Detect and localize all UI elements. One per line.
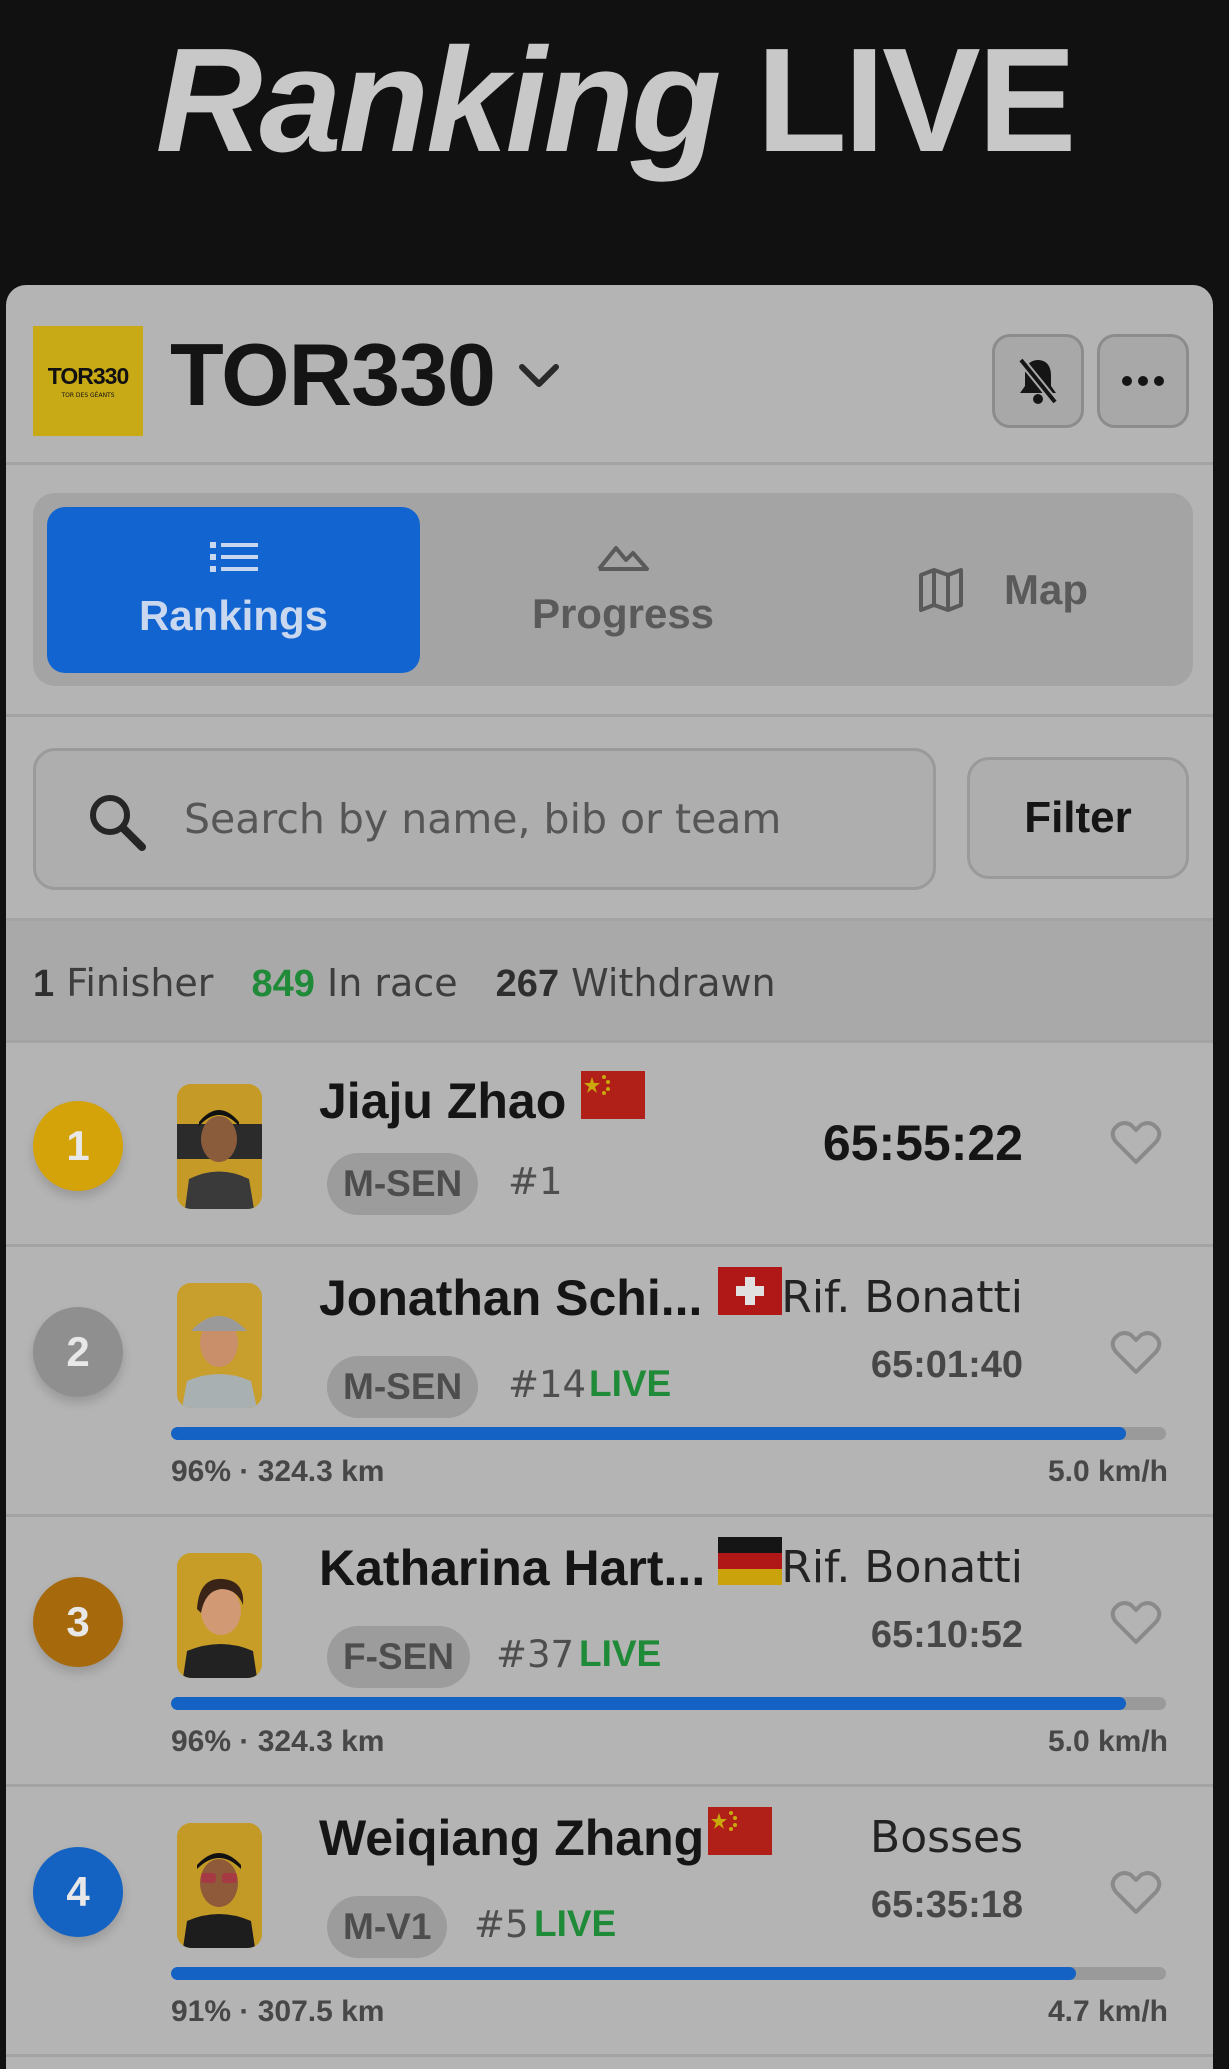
avatar	[177, 1283, 262, 1408]
withdrawn-label: Withdrawn	[571, 961, 776, 1005]
tab-rankings[interactable]: Rankings	[47, 507, 420, 673]
runner-name[interactable]: Katharina Hart...	[319, 1539, 705, 1597]
runner-row[interactable]: 1 Jiaju Zhao M-SEN #1 65:55:22	[6, 1046, 1213, 1247]
runner-row[interactable]: 3 Katharina Hart... Rif. Bonatti F-SEN #…	[6, 1517, 1213, 1787]
filter-button[interactable]: Filter	[967, 757, 1189, 879]
list-icon	[209, 542, 258, 572]
race-logo: TOR330 TOR DES GÉANTS	[33, 326, 143, 436]
ranking-card: TOR330 TOR DES GÉANTS TOR330 Rankings Pr…	[6, 285, 1213, 2069]
runner-name[interactable]: Jiaju Zhao	[319, 1072, 566, 1130]
progress-bar	[171, 1697, 1166, 1710]
page-title: Ranking LIVE	[0, 16, 1229, 186]
bib-number: #1	[508, 1160, 563, 1203]
search-icon	[90, 795, 146, 851]
search-box	[33, 748, 936, 890]
rank-badge: 2	[33, 1307, 123, 1397]
runner-speed: 5.0 km/h	[1047, 1725, 1168, 1758]
race-header: TOR330 TOR DES GÉANTS TOR330	[6, 285, 1213, 465]
more-icon	[1122, 376, 1164, 386]
avatar	[177, 1823, 262, 1948]
progress-bar	[171, 1427, 1166, 1440]
runner-speed: 4.7 km/h	[1047, 1995, 1168, 2028]
bell-off-icon	[1017, 357, 1059, 405]
category-badge: F-SEN	[327, 1626, 470, 1688]
chevron-down-icon[interactable]	[514, 351, 564, 401]
divider	[6, 714, 1213, 717]
view-tabs: Rankings Progress Map	[33, 493, 1193, 686]
category-badge: M-SEN	[327, 1153, 479, 1215]
china-flag-icon	[708, 1807, 772, 1855]
race-logo-text: TOR330	[47, 363, 130, 389]
checkpoint-location: Rif. Bonatti	[781, 1272, 1023, 1323]
switzerland-flag-icon	[718, 1267, 782, 1315]
heart-icon[interactable]	[1110, 1870, 1162, 1916]
category-badge: M-V1	[327, 1896, 448, 1958]
runner-name[interactable]: Jonathan Schi...	[319, 1269, 702, 1327]
runner-speed: 5.0 km/h	[1047, 1455, 1168, 1488]
progress-distance: 96% · 324.3 km	[171, 1455, 385, 1488]
map-icon	[919, 568, 963, 612]
bib-number: #37	[496, 1633, 575, 1676]
progress-bar-fill	[171, 1697, 1127, 1710]
bib-number: #5	[474, 1903, 529, 1946]
withdrawn-count: 267	[495, 963, 560, 1005]
race-selector[interactable]: TOR330	[170, 325, 496, 425]
notifications-button[interactable]	[992, 334, 1084, 428]
page-title-live: LIVE	[756, 18, 1077, 183]
category-badge: M-SEN	[327, 1356, 479, 1418]
race-stats: 1 Finisher 849 In race 267 Withdrawn	[6, 918, 1213, 1043]
finish-time: 65:55:22	[822, 1115, 1023, 1171]
progress-distance: 96% · 324.3 km	[171, 1725, 385, 1758]
progress-bar-fill	[171, 1967, 1077, 1980]
tab-rankings-label: Rankings	[138, 592, 329, 639]
race-time: 65:35:18	[870, 1884, 1023, 1926]
in-race-count: 849	[251, 963, 315, 1005]
runner-row[interactable]: 2 Jonathan Schi... Rif. Bonatti M-SEN #1…	[6, 1247, 1213, 1517]
heart-icon[interactable]	[1110, 1330, 1162, 1376]
germany-flag-icon	[718, 1537, 782, 1585]
checkpoint-location: Rif. Bonatti	[781, 1542, 1023, 1593]
finishers-count: 1	[33, 963, 55, 1005]
runner-row[interactable]: 4 Weiqiang Zhang Bosses M-V1 #5 LIVE 65:…	[6, 1787, 1213, 2057]
in-race-label: In race	[327, 961, 458, 1005]
china-flag-icon	[581, 1071, 645, 1119]
race-time: 65:01:40	[870, 1344, 1023, 1386]
race-stats-text: 1 Finisher 849 In race 267 Withdrawn	[33, 961, 776, 1006]
search-input[interactable]	[184, 789, 914, 849]
finishers-label: Finisher	[66, 961, 214, 1005]
progress-bar	[171, 1967, 1166, 1980]
avatar	[177, 1553, 262, 1678]
live-badge: LIVE	[589, 1363, 672, 1404]
race-logo-subtext: TOR DES GÉANTS	[61, 392, 115, 399]
heart-icon[interactable]	[1110, 1120, 1162, 1166]
tab-progress[interactable]: Progress	[433, 507, 813, 673]
mountain-icon	[597, 546, 649, 571]
avatar	[177, 1084, 262, 1209]
progress-distance: 91% · 307.5 km	[171, 1995, 385, 2028]
rank-badge: 4	[33, 1847, 123, 1937]
live-badge: LIVE	[579, 1633, 662, 1674]
tab-map[interactable]: Map	[823, 507, 1183, 673]
live-badge: LIVE	[534, 1903, 617, 1944]
runner-name[interactable]: Weiqiang Zhang	[319, 1809, 704, 1867]
page-title-ranking: Ranking	[155, 18, 722, 183]
more-options-button[interactable]	[1097, 334, 1189, 428]
progress-bar-fill	[171, 1427, 1127, 1440]
race-time: 65:10:52	[870, 1614, 1023, 1656]
rank-badge: 1	[33, 1101, 123, 1191]
tab-progress-label: Progress	[531, 590, 715, 637]
checkpoint-location: Bosses	[870, 1812, 1023, 1863]
tab-map-label: Map	[1004, 566, 1088, 613]
rank-badge: 3	[33, 1577, 123, 1667]
bib-number: #14	[508, 1363, 587, 1406]
heart-icon[interactable]	[1110, 1600, 1162, 1646]
